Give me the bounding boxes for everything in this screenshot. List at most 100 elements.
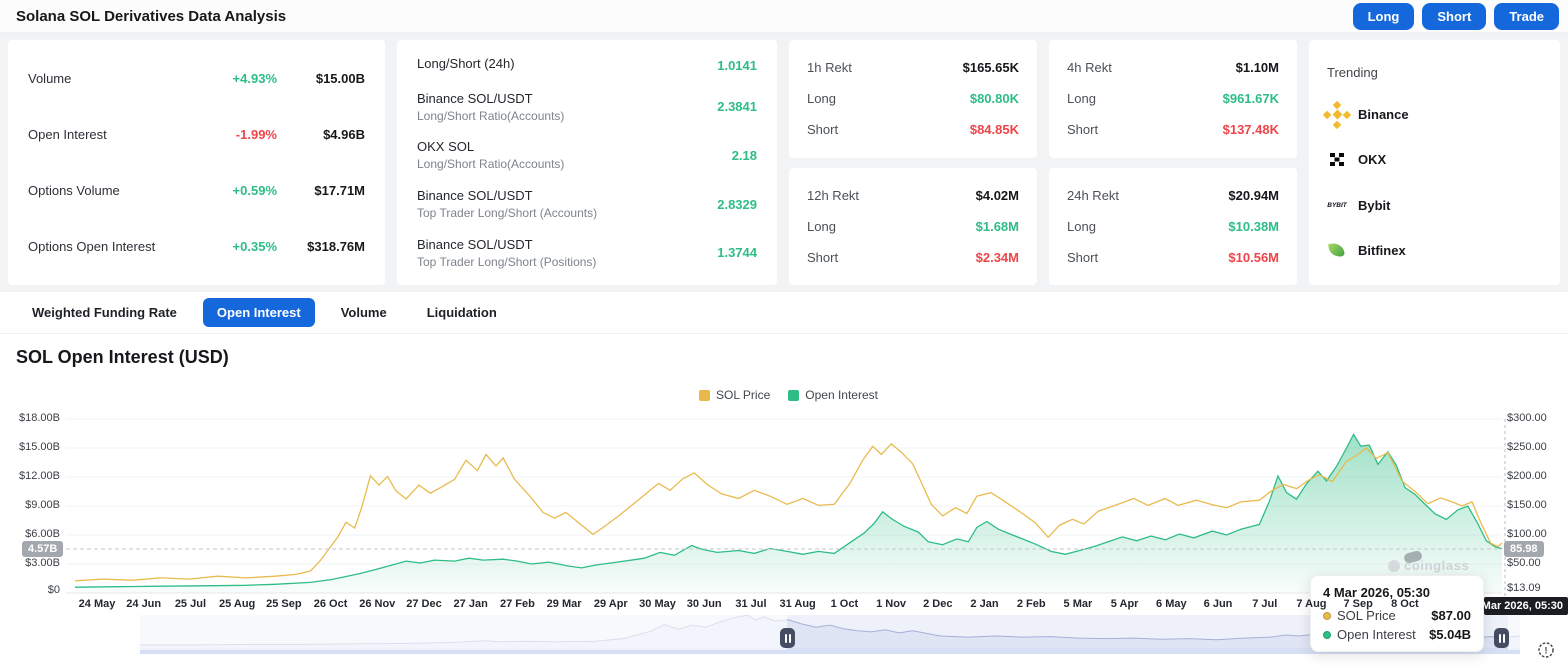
- trending-exchange-item[interactable]: BYBIT Bybit: [1327, 195, 1542, 215]
- rekt-short-label: Short: [807, 249, 839, 265]
- trade-action-button[interactable]: Long: [1352, 2, 1415, 30]
- y-right-tick: $50.00: [1507, 557, 1541, 569]
- rekt-short-value: $84.85K: [969, 122, 1019, 138]
- ratio-value: 1.0141: [717, 57, 757, 73]
- tooltip-series-label: Open Interest: [1337, 627, 1416, 642]
- exchange-logo-icon: [1327, 240, 1347, 260]
- legend-label: Open Interest: [805, 388, 878, 402]
- rekt-long-label: Long: [807, 218, 836, 234]
- chart-tab[interactable]: Open Interest: [202, 298, 315, 327]
- rekt-period-label: 4h Rekt: [1067, 60, 1112, 76]
- ratio-row: Binance SOL/USDT Long/Short Ratio(Accoun…: [417, 91, 757, 123]
- x-axis-tick: 25 Aug: [218, 598, 256, 610]
- ratio-value: 2.3841: [717, 99, 757, 115]
- x-axis-tick: 27 Dec: [406, 598, 442, 610]
- tooltip-series-value: $87.00: [1431, 608, 1471, 623]
- y-right-tick: $300.00: [1507, 412, 1547, 424]
- x-axis-tick: 7 Aug: [1296, 598, 1327, 610]
- coinglass-watermark: coinglass: [1388, 558, 1469, 573]
- x-axis-tick: 1 Oct: [830, 598, 859, 610]
- trending-title: Trending: [1327, 64, 1378, 80]
- ratio-subtitle: Long/Short Ratio(Accounts): [417, 108, 565, 123]
- ratio-title: Long/Short (24h): [417, 56, 515, 72]
- rekt-cards-grid: 1h Rekt $165.65K Long $80.80K Short $84.…: [789, 40, 1297, 285]
- chart-tab[interactable]: Volume: [327, 298, 401, 327]
- x-axis-tick: 27 Jan: [453, 598, 488, 610]
- exchange-name: Bitfinex: [1358, 242, 1406, 258]
- y-left-tick: $18.00B: [19, 412, 60, 424]
- rekt-card: 12h Rekt $4.02M Long $1.68M Short $2.34M: [789, 167, 1037, 285]
- stat-row: Open Interest -1.99% $4.96B: [28, 127, 365, 142]
- navigator-left-handle-icon[interactable]: [780, 628, 795, 648]
- x-axis-tick: 24 Jun: [126, 598, 162, 610]
- chart-tab[interactable]: Weighted Funding Rate: [18, 298, 191, 327]
- oi-current-value-badge: 4.57B: [22, 541, 64, 557]
- x-axis-tick: 6 May: [1156, 598, 1187, 610]
- x-axis-tick: 26 Nov: [359, 598, 396, 610]
- x-axis-tick: 2 Dec: [923, 598, 953, 610]
- legend-label: SOL Price: [716, 388, 771, 402]
- stat-value: $17.71M: [314, 183, 365, 199]
- ratio-row: Binance SOL/USDT Top Trader Long/Short (…: [417, 237, 757, 269]
- rekt-total-value: $165.65K: [962, 60, 1019, 76]
- exchange-name: Binance: [1358, 107, 1409, 123]
- settings-gear-icon[interactable]: !: [1536, 640, 1556, 660]
- y-right-tick: $13.09: [1507, 582, 1541, 594]
- ratio-subtitle: Top Trader Long/Short (Positions): [417, 254, 597, 269]
- ratio-row: Binance SOL/USDT Top Trader Long/Short (…: [417, 188, 757, 220]
- tooltip-series-dot-icon: [1323, 630, 1331, 639]
- stat-label: Options Volume: [28, 183, 120, 199]
- chart-tooltip: 4 Mar 2026, 05:30 SOL Price $87.00 Open …: [1310, 575, 1484, 652]
- legend-item[interactable]: Open Interest: [788, 388, 878, 402]
- stat-value: $318.76M: [307, 239, 365, 255]
- y-right-tick: $250.00: [1507, 441, 1547, 453]
- trade-action-button[interactable]: Trade: [1494, 2, 1559, 30]
- stat-row: Volume +4.93% $15.00B: [28, 71, 365, 86]
- trending-exchange-item[interactable]: Bitfinex: [1327, 240, 1542, 260]
- rekt-period-label: 12h Rekt: [807, 187, 860, 203]
- stat-row: Options Open Interest +0.35% $318.76M: [28, 239, 365, 254]
- x-axis-tick: 5 Apr: [1110, 598, 1139, 610]
- x-axis-tick: 7 Jul: [1252, 598, 1278, 610]
- rekt-long-label: Long: [1067, 218, 1096, 234]
- rekt-card: 4h Rekt $1.10M Long $961.67K Short $137.…: [1049, 40, 1297, 158]
- y-left-tick: $15.00B: [19, 441, 60, 453]
- open-interest-chart[interactable]: SOL Price Open Interest $18.00B $15.00B $1…: [0, 378, 1568, 669]
- x-axis-tick: 8 Oct: [1391, 598, 1419, 610]
- legend-swatch-icon: [788, 389, 800, 401]
- x-axis-tick: 1 Nov: [876, 598, 907, 610]
- exchange-name: Bybit: [1358, 197, 1391, 213]
- trade-action-button[interactable]: Short: [1422, 2, 1487, 30]
- x-axis-tick: 6 Jun: [1203, 598, 1233, 610]
- rekt-short-value: $137.48K: [1222, 122, 1279, 138]
- y-left-tick: $9.00B: [25, 499, 60, 511]
- trending-exchange-item[interactable]: Binance: [1327, 105, 1542, 125]
- rekt-short-label: Short: [807, 122, 839, 138]
- svg-text:!: !: [1545, 646, 1548, 656]
- navigator-right-handle-icon[interactable]: [1494, 628, 1509, 648]
- legend-item[interactable]: SOL Price: [699, 388, 770, 402]
- exchange-logo-icon: [1327, 150, 1347, 170]
- x-axis-tick: 2 Feb: [1016, 598, 1046, 610]
- stat-value: $15.00B: [315, 70, 365, 86]
- y-right-tick: $100.00: [1507, 528, 1547, 540]
- trending-exchange-item[interactable]: OKX: [1327, 150, 1542, 170]
- chart-legend: SOL Price Open Interest: [75, 388, 1502, 402]
- ratio-subtitle: Long/Short Ratio(Accounts): [417, 157, 565, 172]
- x-axis-tick: 25 Jul: [174, 598, 206, 610]
- chart-tab[interactable]: Liquidation: [413, 298, 511, 327]
- stat-change: -1.99%: [235, 126, 277, 142]
- x-axis-tick: 31 Jul: [735, 598, 767, 610]
- y-right-tick: $200.00: [1507, 470, 1547, 482]
- ratio-value: 1.3744: [717, 245, 757, 261]
- exchange-logo-icon: BYBIT: [1327, 201, 1347, 209]
- rekt-card: 1h Rekt $165.65K Long $80.80K Short $84.…: [789, 40, 1037, 158]
- rekt-total-value: $1.10M: [1235, 60, 1279, 76]
- rekt-long-value: $961.67K: [1222, 91, 1279, 107]
- ratio-row: Long/Short (24h) 1.0141: [417, 56, 757, 74]
- tooltip-row: Open Interest $5.04B: [1323, 627, 1471, 642]
- exchange-logo-icon: [1327, 105, 1347, 125]
- y-left-tick: $6.00B: [25, 528, 60, 540]
- x-axis-tick: 31 Aug: [779, 598, 816, 610]
- ratio-value: 2.18: [731, 147, 757, 163]
